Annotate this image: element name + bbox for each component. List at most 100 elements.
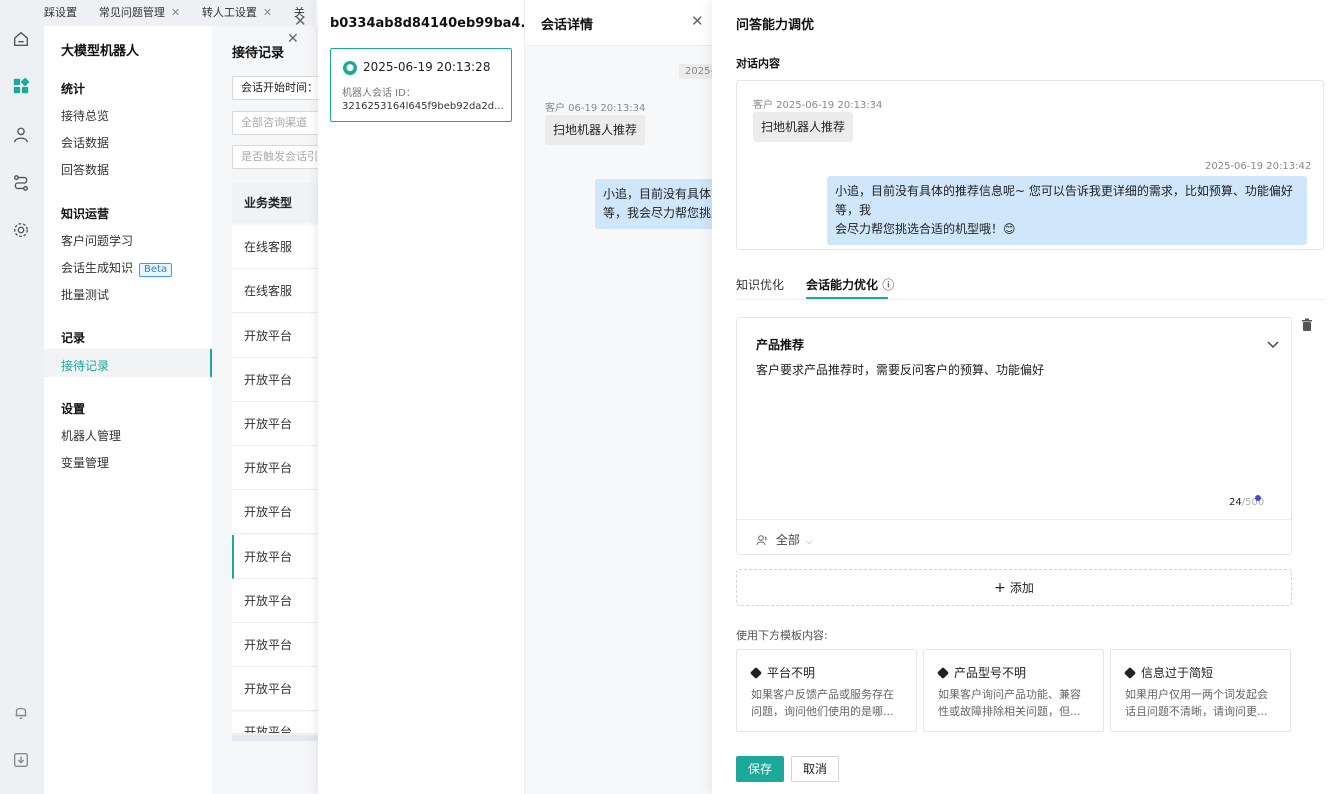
tab[interactable]: 转人工设置 ✕ (202, 0, 278, 26)
table-row[interactable]: 开放平台 (232, 358, 322, 402)
channel-select[interactable]: 全部咨询渠道 (232, 111, 322, 135)
sidebar-item-batch-test[interactable]: 批量测试 (61, 286, 109, 303)
sidebar-item-answer-data[interactable]: 回答数据 (61, 161, 109, 178)
tab-underline (806, 297, 888, 299)
table-row[interactable]: 开放平台 (232, 314, 322, 358)
chevron-down-icon: ⌵ (805, 537, 813, 547)
delete-icon[interactable] (1300, 318, 1314, 332)
user-icon[interactable] (10, 124, 32, 146)
info-icon[interactable]: ⓘ (882, 278, 894, 292)
session-id-label: 机器人会话 ID： (342, 88, 416, 99)
sidebar-item-reception-records[interactable]: 接待记录 (61, 357, 109, 374)
template-icon (749, 666, 763, 680)
session-card[interactable]: ● 2025-06-19 20:13:28 机器人会话 ID： 32162531… (330, 48, 512, 122)
nav-group-knowledge: 知识运营 (61, 207, 110, 221)
char-count: 24 (1229, 497, 1242, 508)
apps-icon[interactable] (10, 75, 32, 97)
editor-textarea[interactable]: 客户要求产品推荐时，需要反问客户的预算、功能偏好 (756, 361, 1044, 378)
template-label: 使用下方模板内容: (736, 629, 828, 642)
template-title: 平台不明 (749, 664, 815, 681)
home-icon[interactable] (10, 28, 32, 50)
template-icon (936, 666, 950, 680)
sidebar-item-label: 会话生成知识 (61, 261, 134, 275)
table-row[interactable]: 开放平台 (232, 623, 322, 667)
cancel-button[interactable]: 取消 (791, 756, 839, 782)
column-header: 业务类型 (232, 183, 322, 223)
tuning-panel: 问答能力调优 对话内容 客户 2025-06-19 20:13:34 扫地机器人… (712, 0, 1337, 794)
template-desc-line: 话且问题不清晰，请询问更... (1125, 705, 1268, 718)
divider (737, 519, 1291, 520)
add-button[interactable]: + 添加 (736, 569, 1292, 606)
nav-group-records: 记录 (61, 331, 86, 345)
dialog-label: 对话内容 (736, 57, 780, 70)
sidebar-item-robot-management[interactable]: 机器人管理 (61, 427, 121, 444)
template-card[interactable]: 产品型号不明 如果客户询问产品功能、兼容 性或故障排除相关问题，但... (923, 649, 1104, 732)
close-icon[interactable]: ✕ (171, 6, 180, 19)
add-label: 添加 (1009, 581, 1034, 595)
cursor-dot (1255, 495, 1261, 501)
scrollbar[interactable] (232, 735, 322, 741)
dialog-content-box: 客户 2025-06-19 20:13:34 扫地机器人推荐 2025-06-1… (736, 80, 1324, 250)
table-row[interactable]: 开放平台 (232, 667, 322, 711)
bot-message-line: 会尽力帮您挑选合适的机型哦！😊 (835, 222, 1016, 236)
tab-session-optimization[interactable]: 会话能力优化 ⓘ (806, 276, 894, 293)
customer-meta: 客户 2025-06-19 20:13:34 (753, 100, 883, 111)
app-title: 大模型机器人 (61, 44, 140, 59)
close-icon[interactable]: ✕ (294, 12, 307, 30)
settings-icon[interactable] (10, 219, 32, 241)
records-panel: 接待记录 会话开始时间： 全部咨询渠道 是否触发会话引 业务类型 在线客服 在线… (212, 26, 322, 794)
template-title-text: 信息过于简短 (1141, 666, 1214, 680)
tab-label: 踩设置 (44, 6, 77, 19)
robot-icon: ● (343, 61, 357, 75)
close-icon[interactable]: ✕ (691, 12, 704, 30)
download-icon[interactable] (10, 749, 32, 771)
table-row[interactable]: 开放平台 (232, 490, 322, 534)
flow-icon[interactable] (10, 172, 32, 194)
beta-badge: Beta (139, 263, 173, 277)
template-card[interactable]: 信息过于简短 如果用户仅用一两个词发起会 话且问题不清晰，请询问更... (1110, 649, 1291, 732)
template-desc-line: 如果客户反馈产品或服务存在 (751, 688, 894, 701)
scope-select[interactable]: 全部 ⌵ (756, 531, 813, 548)
icon-rail (0, 0, 44, 794)
table-row[interactable]: 开放平台 (232, 579, 322, 623)
save-button[interactable]: 保存 (736, 756, 784, 782)
tab-knowledge-optimization[interactable]: 知识优化 (736, 276, 784, 293)
table-row[interactable]: 在线客服 (232, 269, 322, 313)
table-row[interactable]: 在线客服 (232, 225, 322, 269)
panel-title: 会话详情 (541, 18, 594, 33)
sidebar-item-session-data[interactable]: 会话数据 (61, 134, 109, 151)
bot-message: 小追，目前没有具体的推荐信息呢~ 您可以告诉我更详细的需求，比如预算、功能偏好等… (827, 176, 1307, 245)
close-icon[interactable]: ✕ (287, 31, 301, 47)
tab[interactable]: 常见问题管理 ✕ (99, 0, 186, 26)
page-title: 接待记录 (232, 46, 285, 61)
sidebar-item-variable-management[interactable]: 变量管理 (61, 454, 109, 471)
bell-icon[interactable] (10, 701, 32, 723)
table-row[interactable]: 开放平台 (232, 712, 322, 734)
template-desc: 如果客户询问产品功能、兼容 性或故障排除相关问题，但... (938, 686, 1094, 720)
template-desc-line: 如果客户询问产品功能、兼容 (938, 688, 1081, 701)
optimization-editor: 产品推荐 客户要求产品推荐时，需要反问客户的预算、功能偏好 24/500 全部 … (736, 317, 1292, 555)
nav-group-stats: 统计 (61, 82, 86, 96)
tab[interactable]: 踩设置 (44, 0, 83, 26)
table-row-selected[interactable]: 开放平台 (232, 535, 322, 579)
sidebar-item-generate-knowledge[interactable]: 会话生成知识 Beta (61, 259, 173, 277)
time-filter[interactable]: 会话开始时间： (232, 76, 322, 100)
plus-icon: + (994, 580, 1006, 596)
scope-label: 全部 (775, 533, 800, 547)
table-row[interactable]: 开放平台 (232, 402, 322, 446)
tab-label: 转人工设置 (201, 6, 257, 19)
template-desc-line: 问题，询问他们使用的是哪... (751, 705, 894, 718)
sidebar-item-question-learning[interactable]: 客户问题学习 (61, 232, 133, 249)
template-card[interactable]: 平台不明 如果客户反馈产品或服务存在 问题，询问他们使用的是哪... (736, 649, 917, 732)
session-list-panel: b0334ab8d84140eb99ba4... ● 2025-06-19 20… (318, 0, 535, 794)
tab-bar: 踩设置 常见问题管理 ✕ 转人工设置 ✕ 关 (44, 0, 316, 26)
table-row[interactable]: 开放平台 (232, 446, 322, 490)
chevron-down-icon[interactable] (1265, 336, 1281, 352)
trigger-select[interactable]: 是否触发会话引 (232, 145, 322, 169)
template-desc-line: 性或故障排除相关问题，但... (938, 705, 1081, 718)
customer-message: 扫地机器人推荐 (545, 115, 646, 145)
sidebar-item-overview[interactable]: 接待总览 (61, 107, 109, 124)
close-icon[interactable]: ✕ (263, 6, 272, 19)
template-title: 产品型号不明 (936, 664, 1026, 681)
bot-message-line: 小追，目前没有具体的推荐信息呢~ 您可以告诉我更详细的需求，比如预算、功能偏好等… (835, 184, 1293, 217)
